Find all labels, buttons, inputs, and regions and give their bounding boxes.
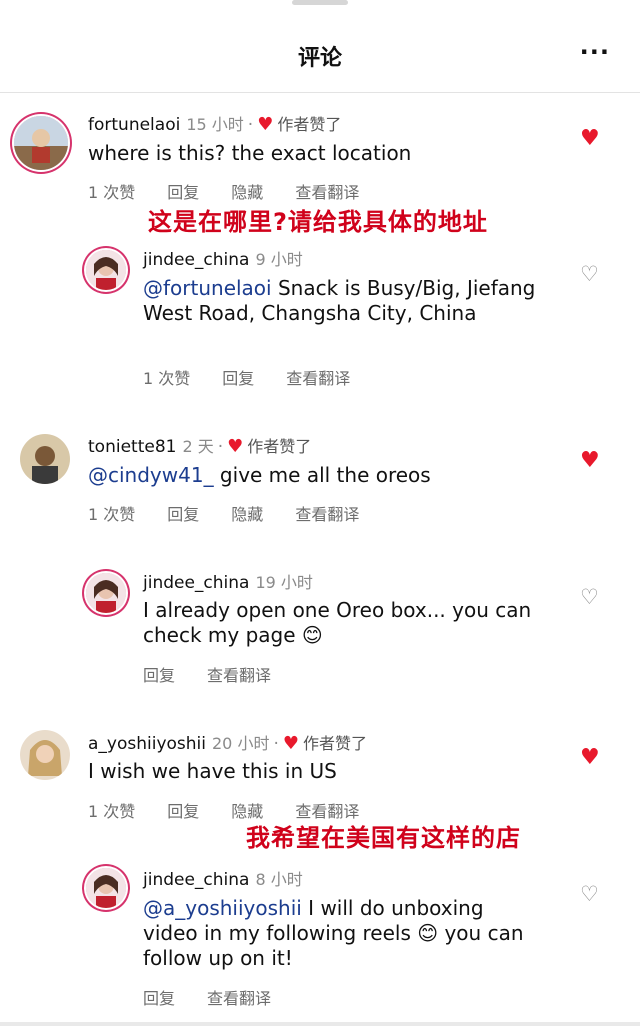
avatar[interactable] <box>86 250 126 290</box>
reply-actions: 回复 查看翻译 <box>143 985 303 1009</box>
comment-actions: 1 次赞 回复 隐藏 查看翻译 <box>88 179 391 203</box>
mention-link[interactable]: @fortunelaoi <box>143 276 272 300</box>
translation-annotation: 我希望在美国有这样的店 <box>246 824 521 852</box>
reply-button[interactable]: 回复 <box>222 369 254 388</box>
translate-button[interactable]: 查看翻译 <box>295 183 359 202</box>
likes-count[interactable]: 1 次赞 <box>88 802 135 821</box>
comment-text: @cindyw41_ give me all the oreos <box>88 463 548 488</box>
hide-button[interactable]: 隐藏 <box>231 183 263 202</box>
mention-link[interactable]: @a_yoshiiyoshii <box>143 896 302 920</box>
reply-button[interactable]: 回复 <box>167 802 199 821</box>
mention-link[interactable]: @cindyw41_ <box>88 463 214 487</box>
smile-emoji-icon: 😊 <box>301 623 323 647</box>
separator-dot: · <box>273 734 279 754</box>
comment-body: give me all the oreos <box>213 463 431 487</box>
liked-by-author-label: 作者赞了 <box>277 115 342 134</box>
reply-button[interactable]: 回复 <box>143 666 175 685</box>
username[interactable]: jindee_china <box>143 250 249 270</box>
liked-by-author-label: 作者赞了 <box>247 437 312 456</box>
separator-dot: · <box>217 437 224 457</box>
reply-text: @a_yoshiiyoshii I will do unboxing video… <box>143 896 543 971</box>
comment-text: I wish we have this in US <box>88 759 337 783</box>
like-heart-outline-icon[interactable]: ♡ <box>580 884 599 905</box>
reply-actions: 1 次赞 回复 查看翻译 <box>143 365 382 389</box>
reply-text: I already open one Oreo box... you can c… <box>143 598 563 648</box>
reply-button[interactable]: 回复 <box>167 505 199 524</box>
header: 评论 ··· <box>0 0 640 93</box>
ellipsis-icon[interactable]: ··· <box>580 40 610 64</box>
likes-count[interactable]: 1 次赞 <box>88 505 135 524</box>
username[interactable]: a_yoshiiyoshii <box>88 734 206 754</box>
separator-dot: · <box>247 115 254 135</box>
likes-count[interactable]: 1 次赞 <box>88 183 135 202</box>
translate-button[interactable]: 查看翻译 <box>295 505 359 524</box>
bottom-divider <box>0 1022 640 1026</box>
like-heart-icon[interactable]: ♥ <box>580 128 600 150</box>
translate-button[interactable]: 查看翻译 <box>207 989 271 1008</box>
reply-text: @fortunelaoi Snack is Busy/Big, Jiefang … <box>143 276 543 326</box>
heart-icon: ♥ <box>282 733 299 754</box>
timestamp: 8 小时 <box>255 870 303 889</box>
like-heart-outline-icon[interactable]: ♡ <box>580 264 599 285</box>
translation-annotation: 这是在哪里?请给我具体的地址 <box>148 208 488 236</box>
smile-emoji-icon: 😊 <box>417 921 439 945</box>
comment-actions: 1 次赞 回复 隐藏 查看翻译 <box>88 501 391 525</box>
username[interactable]: jindee_china <box>143 573 249 593</box>
timestamp: 15 小时 <box>186 115 244 134</box>
reply-meta: jindee_china 19 小时 <box>143 569 313 593</box>
avatar[interactable] <box>86 868 126 908</box>
timestamp: 9 小时 <box>255 250 303 269</box>
avatar[interactable] <box>20 434 70 484</box>
page-title: 评论 <box>297 46 342 71</box>
comment-meta: toniette81 2 天 · ♥ 作者赞了 <box>88 433 311 457</box>
username[interactable]: toniette81 <box>88 437 176 457</box>
reply-meta: jindee_china 8 小时 <box>143 866 303 890</box>
timestamp: 19 小时 <box>255 573 313 592</box>
like-heart-icon[interactable]: ♥ <box>580 450 600 472</box>
avatar[interactable] <box>86 573 126 613</box>
avatar[interactable] <box>14 116 68 170</box>
like-heart-outline-icon[interactable]: ♡ <box>580 587 599 608</box>
avatar[interactable] <box>20 730 70 780</box>
liked-by-author-label: 作者赞了 <box>303 734 368 753</box>
reply-actions: 回复 查看翻译 <box>143 662 303 686</box>
comment-meta: a_yoshiiyoshii 20 小时 · ♥ 作者赞了 <box>88 730 367 754</box>
reply-button[interactable]: 回复 <box>167 183 199 202</box>
hide-button[interactable]: 隐藏 <box>231 505 263 524</box>
username[interactable]: fortunelaoi <box>88 115 180 135</box>
heart-icon: ♥ <box>227 436 244 457</box>
comment-meta: fortunelaoi 15 小时 · ♥ 作者赞了 <box>88 111 341 135</box>
reply-meta: jindee_china 9 小时 <box>143 246 303 270</box>
timestamp: 20 小时 <box>212 734 270 753</box>
timestamp: 2 天 <box>182 437 214 456</box>
username[interactable]: jindee_china <box>143 870 249 890</box>
likes-count[interactable]: 1 次赞 <box>143 369 190 388</box>
reply-body: I already open one Oreo box... you can c… <box>143 598 532 647</box>
like-heart-icon[interactable]: ♥ <box>580 747 600 769</box>
reply-button[interactable]: 回复 <box>143 989 175 1008</box>
translate-button[interactable]: 查看翻译 <box>207 666 271 685</box>
translate-button[interactable]: 查看翻译 <box>286 369 350 388</box>
heart-icon: ♥ <box>257 114 274 135</box>
comment-text: where is this? the exact location <box>88 141 412 165</box>
